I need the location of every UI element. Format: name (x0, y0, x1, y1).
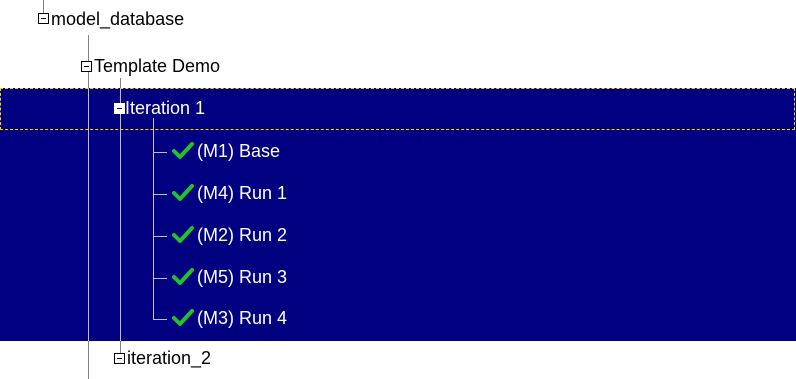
tree-connector (120, 341, 121, 353)
tree-node-model-m5[interactable]: (M5) Run 3 (197, 266, 287, 288)
tree-node-model-database[interactable]: model_database (51, 8, 184, 30)
green-checkmark-icon (172, 183, 194, 203)
tree-node-model-m3[interactable]: (M3) Run 4 (197, 307, 287, 329)
tree-connector (120, 88, 121, 341)
collapse-iteration-2-button[interactable] (114, 353, 125, 364)
tree-view[interactable]: model_database Template Demo Iteration 1… (0, 0, 796, 379)
tree-connector (153, 194, 167, 195)
collapse-iteration-1-button[interactable] (114, 103, 125, 114)
collapse-root-button[interactable] (38, 13, 49, 24)
tree-connector (120, 78, 121, 88)
tree-connector (153, 319, 167, 320)
tree-node-model-m4[interactable]: (M4) Run 1 (197, 182, 287, 204)
green-checkmark-icon (172, 141, 194, 161)
tree-connector (88, 88, 89, 341)
tree-node-template-demo[interactable]: Template Demo (94, 55, 220, 77)
tree-connector (153, 118, 154, 319)
tree-connector (153, 278, 167, 279)
tree-connector (153, 152, 167, 153)
green-checkmark-icon (172, 225, 194, 245)
tree-node-iteration-2[interactable]: iteration_2 (127, 347, 211, 369)
tree-connector (88, 341, 89, 379)
tree-node-model-m1[interactable]: (M1) Base (197, 140, 280, 162)
tree-node-iteration-1[interactable]: Iteration 1 (125, 97, 205, 119)
green-checkmark-icon (172, 308, 194, 328)
collapse-project-button[interactable] (81, 61, 92, 72)
tree-connector (153, 236, 167, 237)
tree-node-model-m2[interactable]: (M2) Run 2 (197, 224, 287, 246)
green-checkmark-icon (172, 267, 194, 287)
